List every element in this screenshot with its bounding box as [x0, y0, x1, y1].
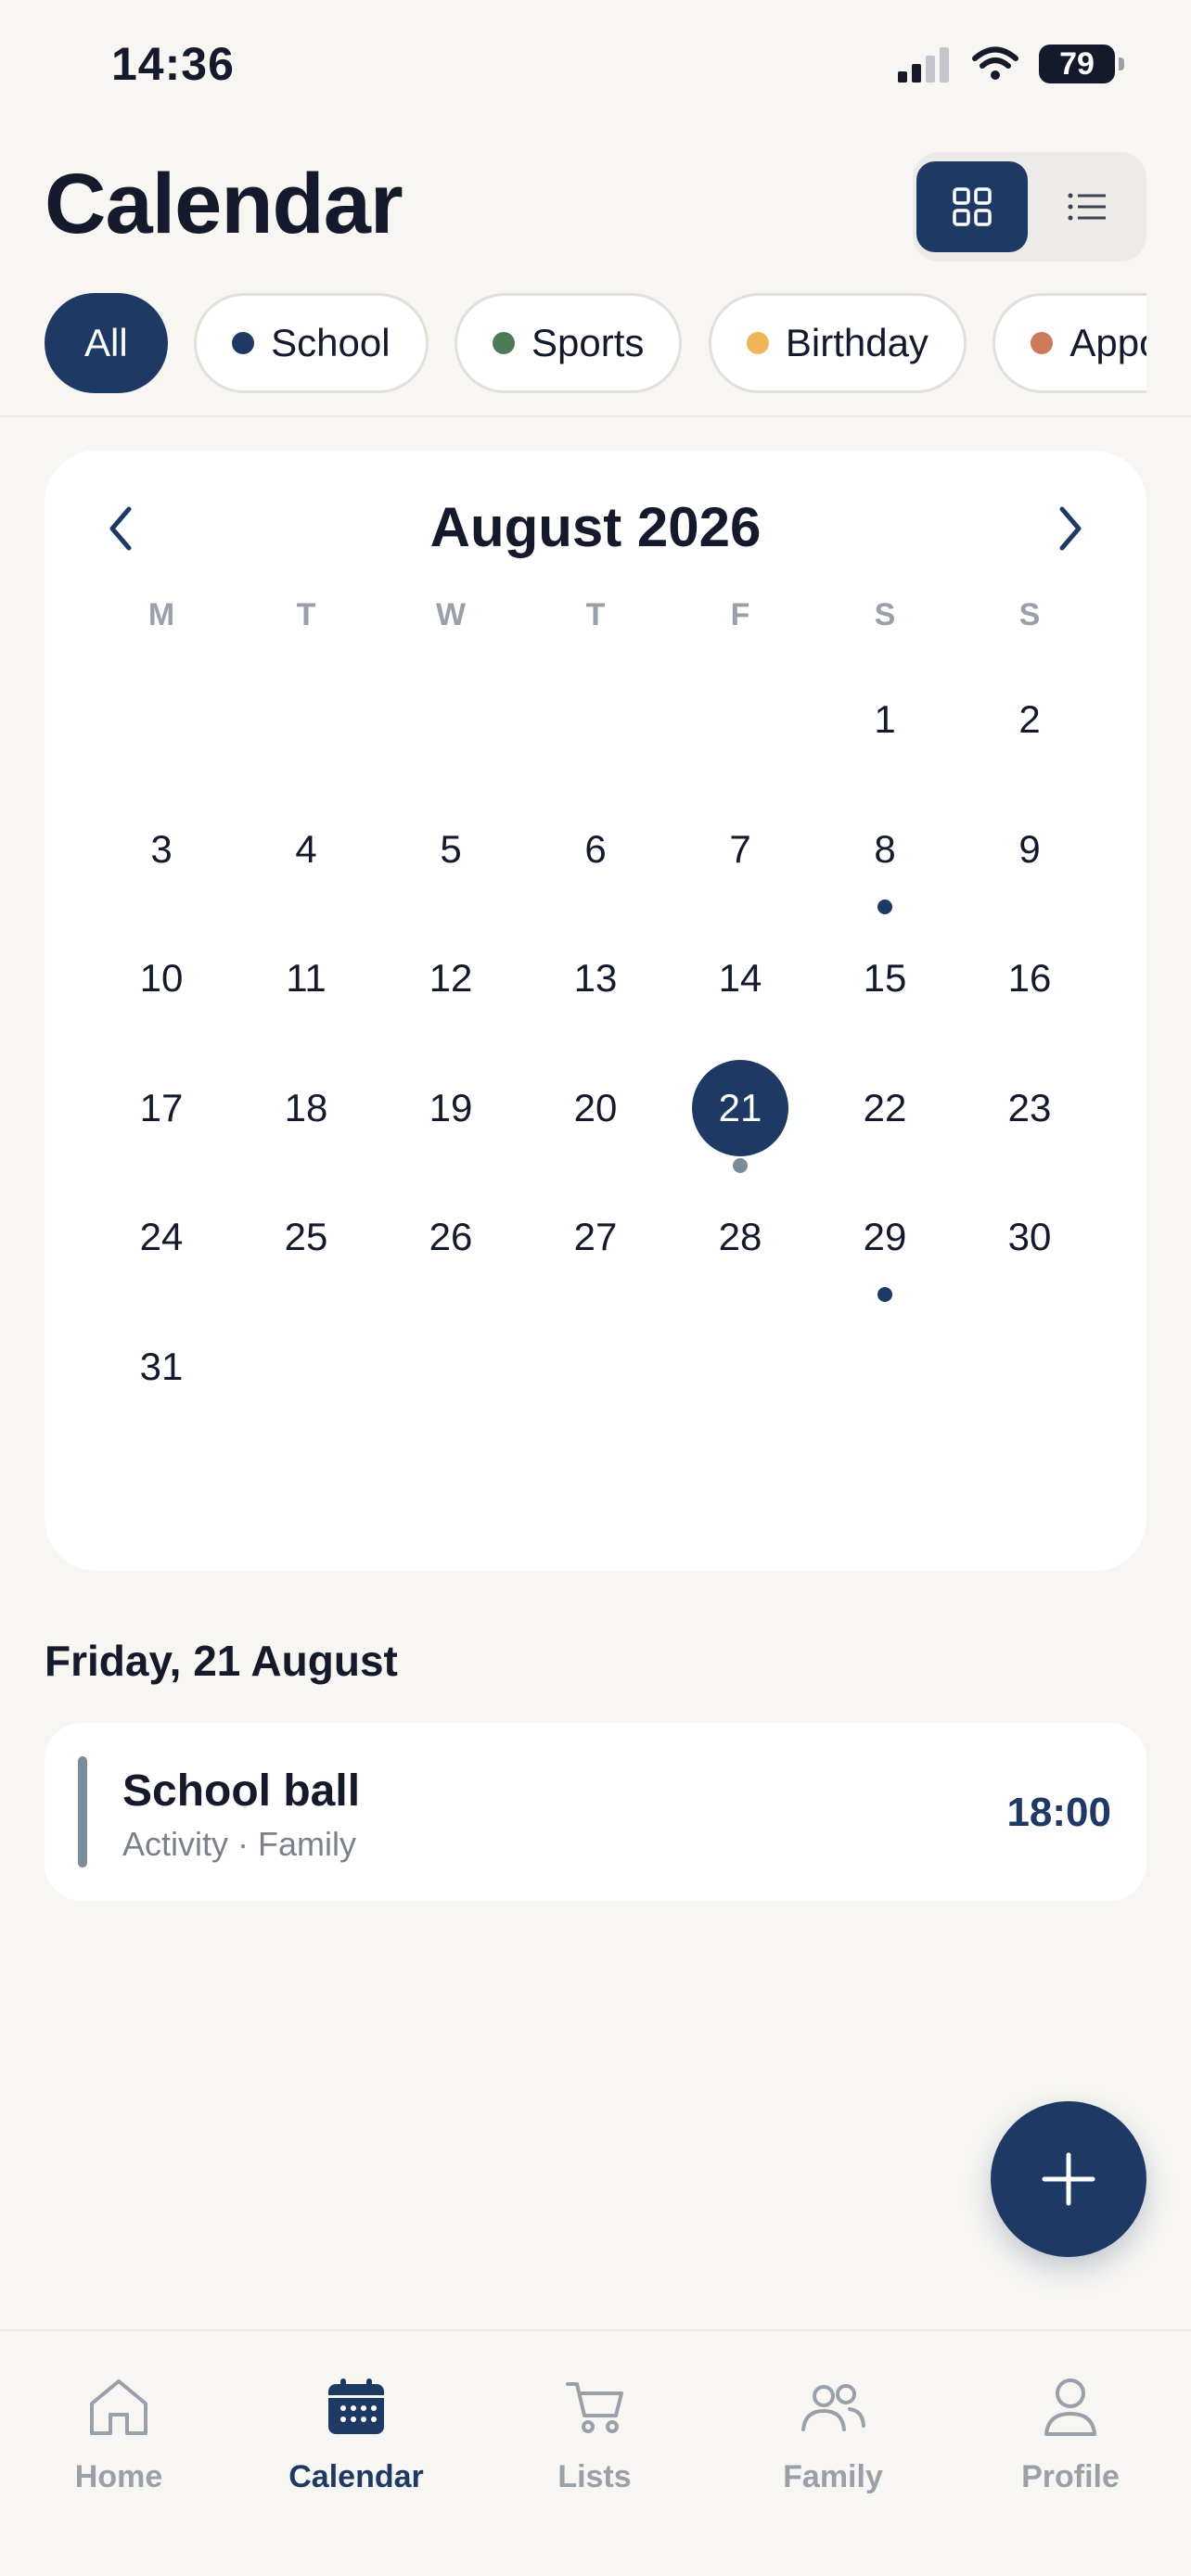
calendar-day[interactable]: 12	[400, 927, 502, 1029]
calendar-day[interactable]: 10	[110, 927, 212, 1029]
calendar-day[interactable]: 25	[255, 1186, 357, 1288]
profile-icon	[1044, 2378, 1096, 2436]
event-subtitle: Activity · Family	[122, 1825, 356, 1863]
chevron-right-icon	[1059, 506, 1082, 551]
list-view-button[interactable]	[1031, 161, 1143, 252]
calendar-day[interactable]: 3	[110, 798, 212, 900]
calendar-day[interactable]: 11	[255, 927, 357, 1029]
filter-chip-birthday[interactable]: Birthday	[708, 293, 967, 393]
event-time: 18:00	[1006, 1790, 1111, 1835]
calendar-day[interactable]: 2	[979, 669, 1081, 771]
calendar-day[interactable]: 4	[255, 798, 357, 900]
calendar-day[interactable]: 1	[834, 669, 936, 771]
calendar-day[interactable]: 20	[544, 1057, 647, 1159]
filter-chip-appointment[interactable]: Appointment	[992, 293, 1146, 393]
calendar-day[interactable]: 5	[400, 798, 502, 900]
header-divider	[0, 415, 1191, 417]
family-icon	[801, 2384, 865, 2431]
calendar-day[interactable]: 27	[544, 1186, 647, 1288]
event-title: School ball	[122, 1766, 361, 1816]
cart-icon	[566, 2382, 623, 2433]
sports-color-dot	[493, 332, 516, 354]
calendar-day[interactable]: 23	[979, 1057, 1081, 1159]
calendar-day[interactable]: 31	[110, 1316, 212, 1418]
calendar-day[interactable]: 9	[979, 798, 1081, 900]
add-event-button[interactable]	[991, 2101, 1146, 2257]
month-title: August 2026	[429, 496, 762, 558]
calendar-day[interactable]: 15	[834, 927, 936, 1029]
calendar-day[interactable]: 17	[110, 1057, 212, 1159]
calendar-day[interactable]: 18	[255, 1057, 357, 1159]
weekday-label: M	[147, 597, 175, 632]
filter-chip-school[interactable]: School	[194, 293, 429, 393]
next-month-button[interactable]	[1043, 497, 1098, 560]
event-indicator-dot	[877, 899, 892, 914]
event-indicator-dot	[733, 1158, 748, 1173]
battery-indicator: 79	[1039, 45, 1124, 83]
calendar-day[interactable]: 22	[834, 1057, 936, 1159]
home-icon	[90, 2379, 147, 2435]
plus-icon	[1042, 2152, 1095, 2206]
chevron-left-icon	[109, 506, 132, 551]
calendar-day[interactable]: 30	[979, 1186, 1081, 1288]
page-title: Calendar	[45, 157, 403, 251]
previous-month-button[interactable]	[93, 497, 148, 560]
calendar-day[interactable]: 6	[544, 798, 647, 900]
calendar-day[interactable]: 16	[979, 927, 1081, 1029]
calendar-day[interactable]: 28	[689, 1186, 791, 1288]
weekday-label: T	[296, 597, 316, 632]
selected-date-heading: Friday, 21 August	[45, 1637, 398, 1685]
status-icons: 79	[896, 45, 1124, 83]
weekday-label: W	[435, 597, 467, 632]
wifi-icon	[972, 46, 1018, 80]
view-toggle	[913, 152, 1146, 261]
status-time: 14:36	[111, 38, 235, 90]
weekday-label: T	[585, 597, 606, 632]
event-category-bar	[78, 1756, 87, 1868]
weekday-label: S	[1018, 597, 1041, 632]
birthday-color-dot	[746, 332, 769, 354]
weekday-label: S	[874, 597, 896, 632]
calendar-day-selected[interactable]: 21	[692, 1060, 788, 1156]
signal-icon	[898, 47, 949, 83]
calendar-day[interactable]: 13	[544, 927, 647, 1029]
tab-family[interactable]: Family	[731, 2374, 935, 2495]
grid-icon	[953, 187, 992, 226]
tab-lists[interactable]: Lists	[493, 2374, 697, 2495]
filter-chip-sports[interactable]: Sports	[455, 293, 683, 393]
calendar-day[interactable]: 8	[834, 798, 936, 900]
list-icon	[1068, 193, 1106, 221]
calendar-day[interactable]: 14	[689, 927, 791, 1029]
calendar-icon	[328, 2378, 384, 2434]
grid-view-button[interactable]	[916, 161, 1028, 252]
tab-profile[interactable]: Profile	[968, 2374, 1172, 2495]
calendar-day[interactable]: 19	[400, 1057, 502, 1159]
event-indicator-dot	[877, 1287, 892, 1302]
appointment-color-dot	[1031, 332, 1054, 354]
tab-home[interactable]: Home	[17, 2374, 221, 2495]
tab-calendar[interactable]: Calendar	[254, 2374, 458, 2495]
weekday-label: F	[730, 597, 750, 632]
calendar-day[interactable]: 26	[400, 1186, 502, 1288]
calendar-day[interactable]: 29	[834, 1186, 936, 1288]
filter-chip-all[interactable]: All	[45, 293, 168, 393]
calendar-day[interactable]: 24	[110, 1186, 212, 1288]
school-color-dot	[232, 332, 255, 354]
filter-chips: All School Sports Birthday Appointment	[45, 293, 1146, 395]
calendar-day[interactable]: 7	[689, 798, 791, 900]
